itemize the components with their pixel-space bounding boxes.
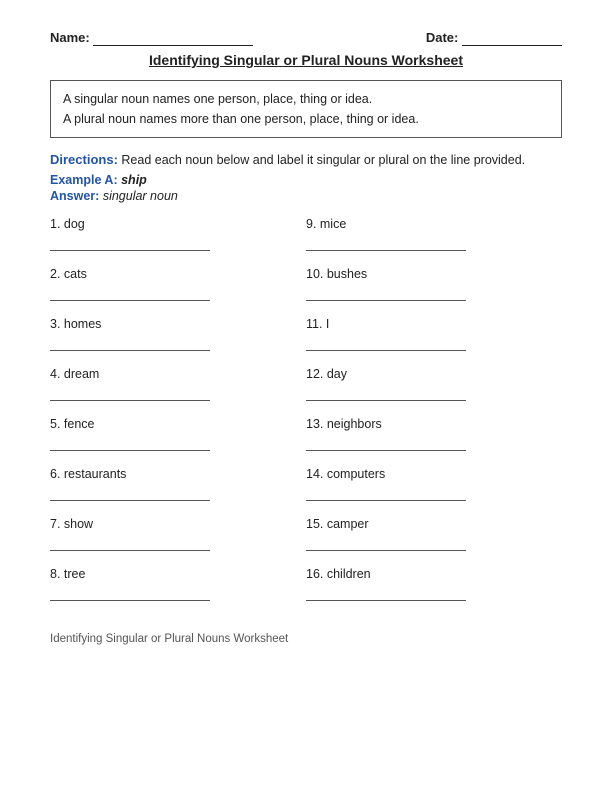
question-text: 1. dog (50, 217, 306, 231)
answer-line[interactable] (50, 585, 210, 601)
answer-line[interactable] (306, 435, 466, 451)
question-text: 3. homes (50, 317, 306, 331)
answer-line[interactable] (50, 285, 210, 301)
question-text: 16. children (306, 567, 562, 581)
answer-text: singular noun (103, 189, 178, 203)
name-label: Name: (50, 30, 90, 45)
question-item: 15. camper (306, 513, 562, 559)
question-text: 2. cats (50, 267, 306, 281)
question-text: 10. bushes (306, 267, 562, 281)
answer-line[interactable] (306, 485, 466, 501)
answer-line[interactable] (50, 485, 210, 501)
answer-line[interactable] (306, 285, 466, 301)
page-title: Identifying Singular or Plural Nouns Wor… (50, 52, 562, 68)
answer-label: Answer: (50, 189, 99, 203)
answer-line[interactable] (306, 335, 466, 351)
question-item: 13. neighbors (306, 413, 562, 459)
question-item: 5. fence (50, 413, 306, 459)
question-item: 7. show (50, 513, 306, 559)
info-line-1: A singular noun names one person, place,… (63, 89, 549, 109)
question-item: 10. bushes (306, 263, 562, 309)
footer: Identifying Singular or Plural Nouns Wor… (50, 633, 562, 645)
question-item: 1. dog (50, 213, 306, 259)
answer-line[interactable] (50, 235, 210, 251)
info-line-2: A plural noun names more than one person… (63, 109, 549, 129)
question-item: 4. dream (50, 363, 306, 409)
date-line (462, 30, 562, 46)
name-line (93, 30, 253, 46)
question-text: 14. computers (306, 467, 562, 481)
answer-line[interactable] (306, 235, 466, 251)
question-text: 15. camper (306, 517, 562, 531)
answer-line[interactable] (306, 585, 466, 601)
question-text: 13. neighbors (306, 417, 562, 431)
directions-text: Read each noun below and label it singul… (121, 153, 525, 167)
question-item: 6. restaurants (50, 463, 306, 509)
date-label: Date: (426, 30, 459, 45)
example-word: ship (121, 173, 147, 187)
question-item: 16. children (306, 563, 562, 609)
question-text: 12. day (306, 367, 562, 381)
question-item: 11. I (306, 313, 562, 359)
question-text: 7. show (50, 517, 306, 531)
question-item: 14. computers (306, 463, 562, 509)
question-text: 9. mice (306, 217, 562, 231)
question-item: 3. homes (50, 313, 306, 359)
question-item: 2. cats (50, 263, 306, 309)
answer-line[interactable] (306, 385, 466, 401)
example-label: Example A: (50, 173, 118, 187)
questions-grid: 1. dog9. mice 2. cats10. bushes 3. homes11… (50, 213, 562, 613)
question-text: 11. I (306, 317, 562, 331)
answer-line[interactable] (50, 385, 210, 401)
info-box: A singular noun names one person, place,… (50, 80, 562, 138)
directions-label: Directions: (50, 152, 118, 167)
question-text: 5. fence (50, 417, 306, 431)
question-item: 8. tree (50, 563, 306, 609)
question-text: 6. restaurants (50, 467, 306, 481)
question-item: 12. day (306, 363, 562, 409)
example-row: Example A: ship (50, 173, 562, 187)
answer-line[interactable] (50, 335, 210, 351)
answer-line[interactable] (50, 535, 210, 551)
question-item: 9. mice (306, 213, 562, 259)
answer-line[interactable] (306, 535, 466, 551)
question-text: 4. dream (50, 367, 306, 381)
answer-line[interactable] (50, 435, 210, 451)
directions-row: Directions: Read each noun below and lab… (50, 152, 562, 167)
question-text: 8. tree (50, 567, 306, 581)
answer-row: Answer: singular noun (50, 189, 562, 203)
